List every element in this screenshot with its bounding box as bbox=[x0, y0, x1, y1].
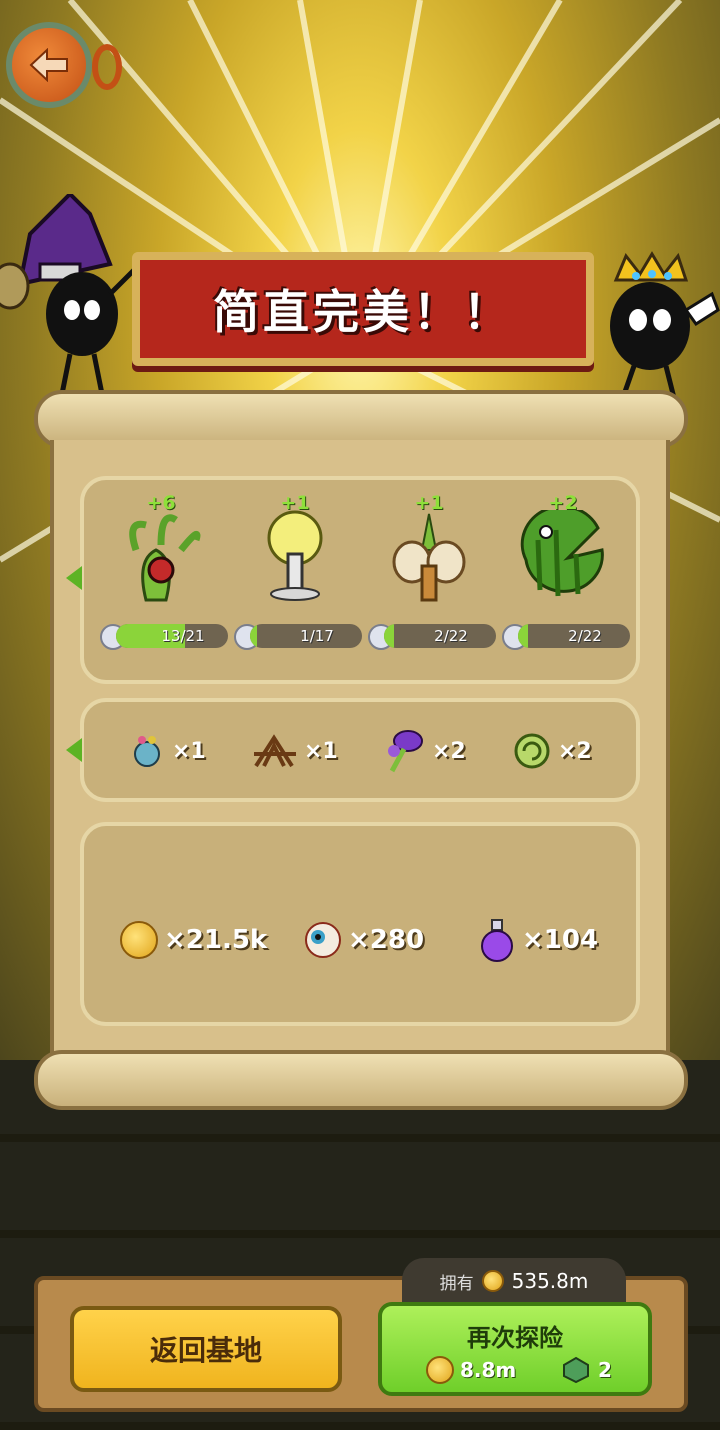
explore-gold-cost: 8.8m bbox=[426, 1356, 516, 1384]
plant-progress-fill bbox=[518, 624, 529, 648]
explore-gem-cost-value: 2 bbox=[598, 1358, 612, 1382]
scroll-bottom-roll bbox=[34, 1050, 688, 1110]
gold-coin-icon bbox=[426, 1356, 454, 1384]
plant-progress-text: 13/21 bbox=[161, 627, 205, 645]
plants-scroll-left-arrow-icon[interactable] bbox=[66, 566, 82, 590]
king-creature-character bbox=[610, 251, 720, 406]
purple-mushroom-material-icon bbox=[388, 730, 423, 773]
back-button[interactable] bbox=[6, 22, 92, 108]
blue-snail-material-icon bbox=[134, 736, 160, 767]
material-item[interactable]: ×1 bbox=[252, 726, 338, 776]
watermelon-chomper-icon bbox=[520, 510, 604, 597]
material-count: ×1 bbox=[304, 738, 338, 764]
owned-label: 拥有 bbox=[439, 1273, 474, 1294]
brown-roots-material-icon bbox=[254, 734, 296, 768]
plant-progress-text: 2/22 bbox=[434, 627, 468, 645]
owned-value: 535.8m bbox=[511, 1269, 589, 1293]
plant-card[interactable]: +6 13/21 bbox=[94, 476, 228, 666]
eyeball-icon bbox=[305, 922, 341, 958]
explore-gold-cost-value: 8.8m bbox=[460, 1358, 517, 1382]
plant-progress-fill bbox=[250, 624, 257, 648]
plant-progress-bar: 13/21 bbox=[116, 624, 228, 648]
back-arrow-icon bbox=[29, 48, 68, 82]
plant-progress-bar: 2/22 bbox=[384, 624, 496, 648]
plant-progress-bar: 1/17 bbox=[250, 624, 362, 648]
resource-count: ×21.5k bbox=[164, 925, 268, 955]
resource-count: ×104 bbox=[522, 925, 599, 955]
seed-pod-plant-icon bbox=[392, 513, 466, 602]
plant-progress-text: 1/17 bbox=[300, 627, 334, 645]
plant-progress-text: 2/22 bbox=[568, 627, 602, 645]
resource-item: ×280 bbox=[304, 916, 424, 964]
purple-potion-icon bbox=[481, 919, 513, 962]
broccoli-flower-icon bbox=[267, 510, 323, 601]
back-button-ring bbox=[92, 44, 122, 90]
material-item[interactable]: ×2 bbox=[384, 726, 466, 776]
result-banner: 简直完美！！ bbox=[132, 252, 594, 366]
medusa-plant-icon bbox=[129, 514, 201, 602]
witch-creature-character bbox=[0, 194, 140, 394]
plant-progress-fill bbox=[384, 624, 395, 648]
explore-again-button[interactable]: 再次探险 8.8m 2 bbox=[378, 1302, 652, 1396]
materials-scroll-left-arrow-icon[interactable] bbox=[66, 738, 82, 762]
plant-progress-bar: 2/22 bbox=[518, 624, 630, 648]
green-spiral-material-icon bbox=[514, 733, 550, 769]
gold-coin-icon bbox=[481, 1270, 504, 1292]
resource-item: ×104 bbox=[478, 916, 598, 964]
return-to-base-button[interactable]: 返回基地 bbox=[70, 1306, 342, 1392]
material-item[interactable]: ×2 bbox=[512, 726, 592, 776]
material-count: ×1 bbox=[172, 738, 206, 764]
plant-card[interactable]: +1 2/22 bbox=[362, 476, 496, 666]
resource-item: ×21.5k bbox=[120, 916, 267, 964]
green-gem-icon bbox=[563, 1356, 589, 1384]
explore-gem-cost: 2 bbox=[562, 1356, 612, 1384]
material-count: ×2 bbox=[558, 738, 592, 764]
explore-again-label: 再次探险 bbox=[467, 1324, 563, 1352]
owned-gold-display: 拥有 535.8m bbox=[402, 1258, 626, 1304]
material-count: ×2 bbox=[432, 738, 466, 764]
material-item[interactable]: ×1 bbox=[128, 726, 206, 776]
plant-card[interactable]: +2 2/22 bbox=[496, 476, 630, 666]
plant-card[interactable]: +1 1/17 bbox=[228, 476, 362, 666]
resource-count: ×280 bbox=[348, 925, 425, 955]
banner-title: 简直完美！！ bbox=[213, 285, 513, 339]
gold-coin-icon bbox=[120, 921, 158, 959]
